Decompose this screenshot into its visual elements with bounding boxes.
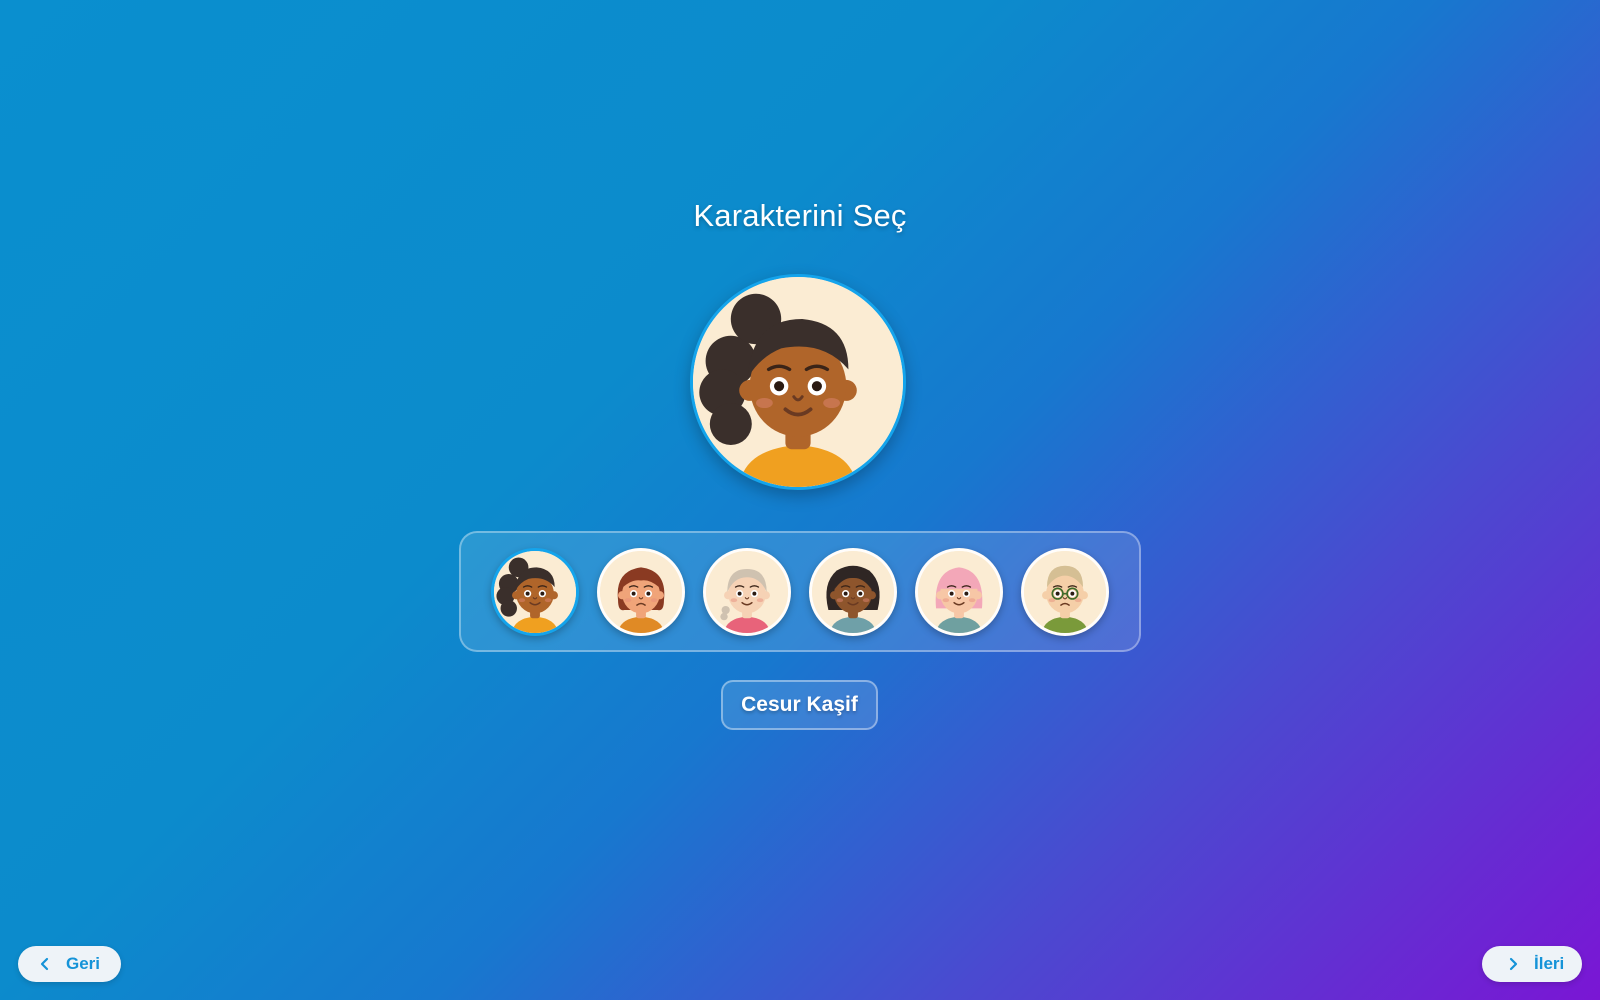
page-title: Karakterini Seç bbox=[693, 198, 907, 233]
back-button-label: Geri bbox=[66, 954, 101, 973]
character-option-2[interactable] bbox=[597, 547, 685, 636]
character-option-1[interactable] bbox=[491, 547, 579, 636]
character-option-3[interactable] bbox=[703, 547, 791, 636]
selected-character-avatar bbox=[690, 274, 906, 490]
back-button[interactable]: Geri bbox=[18, 946, 121, 982]
character-option-5[interactable] bbox=[915, 547, 1003, 636]
next-button[interactable]: İleri bbox=[1482, 946, 1582, 982]
character-name-badge: Cesur Kaşif bbox=[721, 680, 878, 730]
chevron-right-icon bbox=[1509, 957, 1518, 971]
next-button-label: İleri bbox=[1534, 954, 1565, 973]
chevron-left-icon bbox=[40, 957, 49, 971]
character-option-6[interactable] bbox=[1021, 547, 1109, 636]
character-selector bbox=[459, 531, 1141, 652]
character-option-4[interactable] bbox=[809, 547, 897, 636]
